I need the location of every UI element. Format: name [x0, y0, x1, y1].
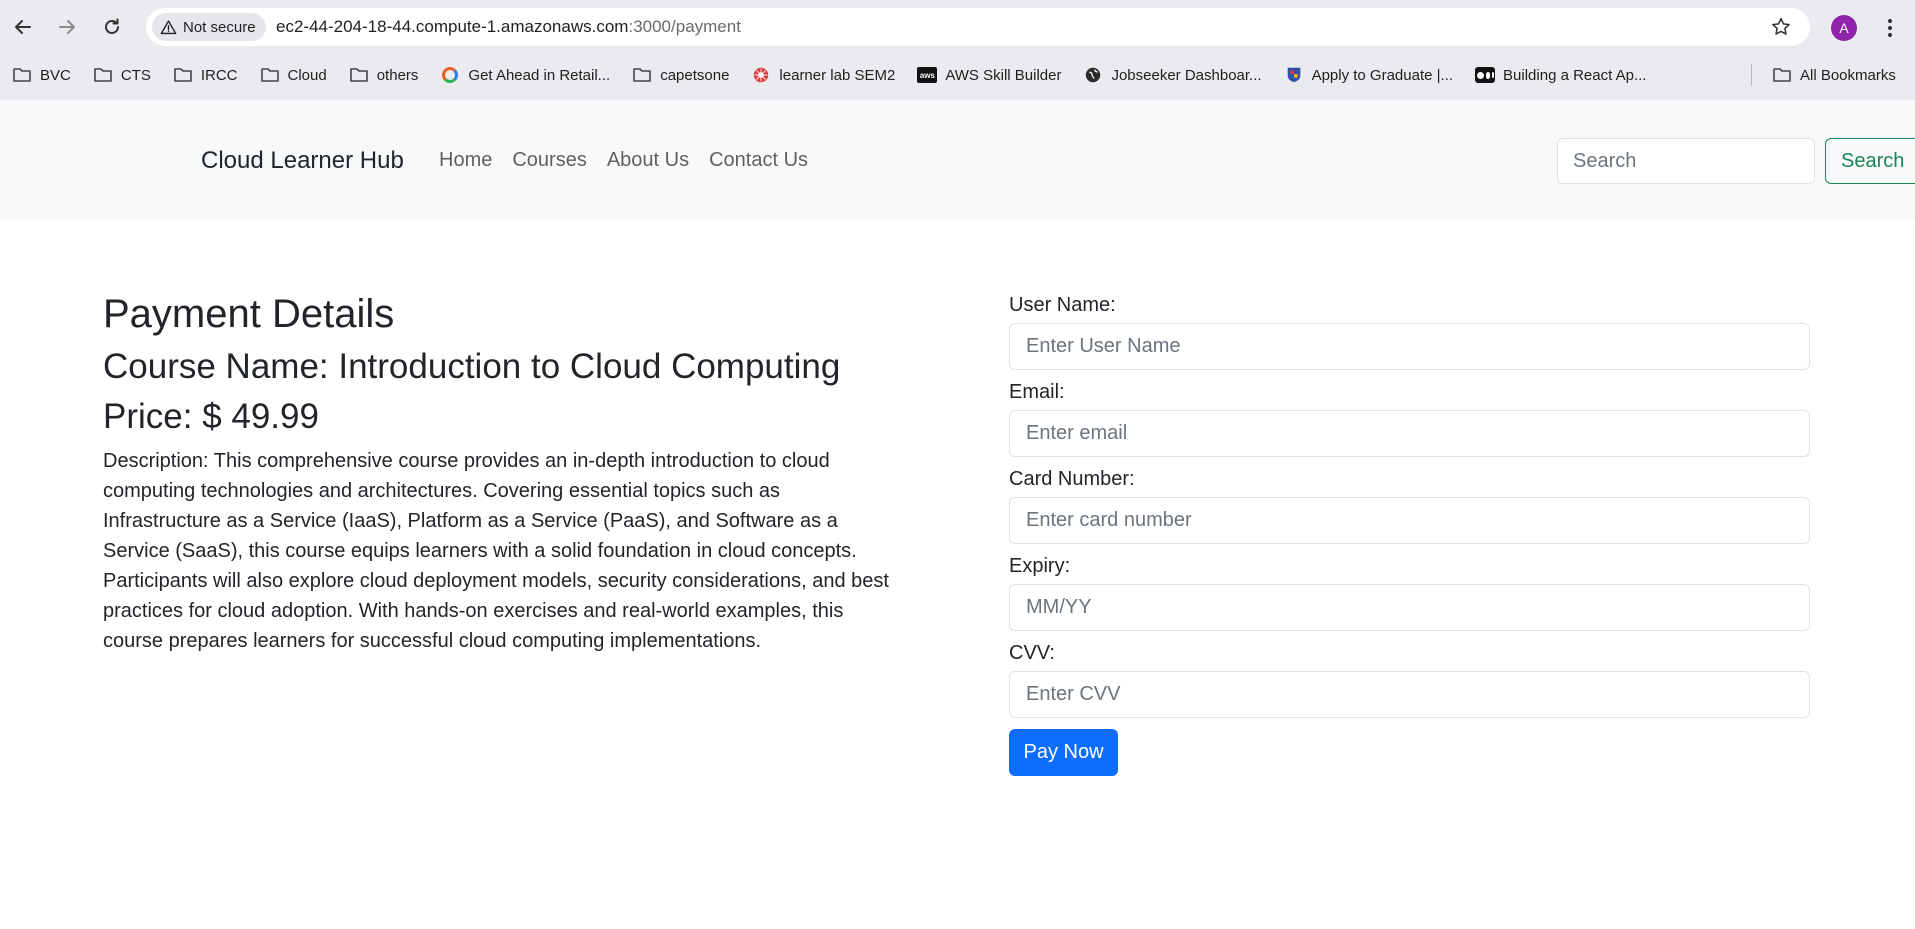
back-arrow-icon [13, 17, 33, 37]
bookmark-label: Cloud [288, 67, 327, 84]
username-label: User Name: [1009, 293, 1810, 323]
nav-link-courses[interactable]: Courses [512, 149, 586, 172]
bookmark-label: Apply to Graduate |... [1312, 67, 1453, 84]
bookmark-label: Get Ahead in Retail... [468, 67, 610, 84]
browser-toolbar: Not secure ec2-44-204-18-44.compute-1.am… [0, 0, 1915, 55]
bookmark-item[interactable]: learner lab SEM2 [751, 62, 905, 88]
warning-icon [160, 19, 177, 36]
address-bar[interactable]: Not secure ec2-44-204-18-44.compute-1.am… [146, 8, 1810, 46]
all-bookmarks-button[interactable]: All Bookmarks [1772, 60, 1906, 90]
ring-favicon [440, 65, 460, 85]
course-details: Payment Details Course Name: Introductio… [103, 290, 903, 656]
bookmark-item[interactable]: Apply to Graduate |... [1284, 62, 1463, 88]
forward-button[interactable] [52, 12, 82, 42]
bookmark-item[interactable]: CTS [93, 62, 161, 88]
browser-chrome: Not secure ec2-44-204-18-44.compute-1.am… [0, 0, 1915, 100]
nav-link-about-us[interactable]: About Us [607, 149, 689, 172]
course-description: Description: This comprehensive course p… [103, 446, 903, 656]
bookmark-item[interactable]: capetsone [632, 62, 739, 88]
bookmark-label: BVC [40, 67, 71, 84]
page-title: Payment Details [103, 290, 903, 338]
url-path: :3000/payment [628, 17, 740, 36]
bookmark-item[interactable]: Cloud [260, 62, 337, 88]
security-label: Not secure [183, 19, 256, 36]
card-number-label: Card Number: [1009, 467, 1810, 497]
medium-favicon [1475, 65, 1495, 85]
folder-icon [349, 65, 369, 85]
bookmark-item[interactable]: others [349, 62, 429, 88]
nav-link-contact-us[interactable]: Contact Us [709, 149, 808, 172]
security-chip[interactable]: Not secure [152, 13, 266, 41]
cvv-label: CVV: [1009, 641, 1810, 671]
email-input[interactable] [1009, 410, 1810, 457]
folder-icon [1772, 65, 1792, 85]
bookmark-item[interactable]: Building a React Ap... [1475, 62, 1656, 88]
folder-icon [93, 65, 113, 85]
browser-menu-icon[interactable] [1880, 14, 1900, 42]
bookmark-label: IRCC [201, 67, 238, 84]
expiry-label: Expiry: [1009, 554, 1810, 584]
cvv-input[interactable] [1009, 671, 1810, 718]
nav-links: Home Courses About Us Contact Us [439, 149, 808, 172]
all-bookmarks-label: All Bookmarks [1800, 67, 1896, 84]
bookmark-item[interactable]: IRCC [173, 62, 248, 88]
bookmark-label: learner lab SEM2 [779, 67, 895, 84]
folder-icon [260, 65, 280, 85]
search-input[interactable] [1557, 138, 1815, 184]
card-number-input[interactable] [1009, 497, 1810, 544]
expiry-input[interactable] [1009, 584, 1810, 631]
aws-favicon: aws [917, 65, 937, 85]
search-button[interactable]: Search [1825, 138, 1915, 184]
url-text[interactable]: ec2-44-204-18-44.compute-1.amazonaws.com… [276, 17, 741, 37]
bookmark-item[interactable]: BVC [12, 62, 81, 88]
red-wheel-favicon [751, 65, 771, 85]
brand-link[interactable]: Cloud Learner Hub [201, 147, 404, 175]
pay-now-button[interactable]: Pay Now [1009, 729, 1118, 776]
folder-icon [173, 65, 193, 85]
bookmark-item[interactable]: aws AWS Skill Builder [917, 62, 1071, 88]
bookmark-label: others [377, 67, 419, 84]
reload-icon [102, 17, 122, 37]
folder-icon [632, 65, 652, 85]
payment-form: User Name: Email: Card Number: Expiry: C… [1009, 293, 1810, 776]
back-button[interactable] [8, 12, 38, 42]
email-label: Email: [1009, 380, 1810, 410]
bookmark-label: AWS Skill Builder [945, 67, 1061, 84]
folder-icon [12, 65, 32, 85]
course-name: Course Name: Introduction to Cloud Compu… [103, 346, 903, 388]
nav-link-home[interactable]: Home [439, 149, 492, 172]
bookmark-label: Jobseeker Dashboar... [1111, 67, 1261, 84]
reload-button[interactable] [97, 12, 127, 42]
course-price: Price: $ 49.99 [103, 396, 903, 438]
username-input[interactable] [1009, 323, 1810, 370]
bookmark-label: capetsone [660, 67, 729, 84]
bookmarks-separator [1751, 64, 1752, 86]
bookmark-label: CTS [121, 67, 151, 84]
globe-favicon [1083, 65, 1103, 85]
profile-initial: A [1839, 20, 1848, 36]
url-host: ec2-44-204-18-44.compute-1.amazonaws.com [276, 17, 628, 36]
bookmark-item[interactable]: Get Ahead in Retail... [440, 62, 620, 88]
bookmark-item[interactable]: Jobseeker Dashboar... [1083, 62, 1271, 88]
forward-arrow-icon [57, 17, 77, 37]
bookmark-label: Building a React Ap... [1503, 67, 1646, 84]
bookmark-star-icon[interactable] [1770, 16, 1792, 38]
crest-favicon [1284, 65, 1304, 85]
profile-avatar[interactable]: A [1831, 15, 1857, 41]
bookmarks-bar: BVC CTS IRCC Cloud others Get Ahead in R… [0, 60, 1915, 90]
